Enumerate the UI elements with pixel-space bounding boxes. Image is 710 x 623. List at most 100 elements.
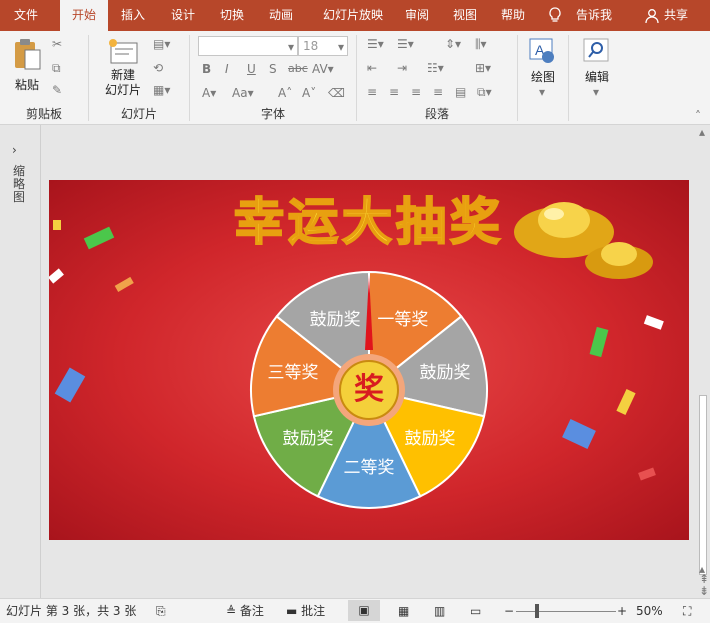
copy-icon[interactable]: ⧉ xyxy=(52,61,61,75)
slide-title: 幸运大抽奖 xyxy=(233,192,504,252)
tab-view[interactable]: 视图 xyxy=(444,0,486,31)
wheel-segment-label: 三等奖 xyxy=(267,362,319,383)
chevron-right-icon[interactable]: › xyxy=(12,143,17,157)
notes-button[interactable]: ≜ 备注 xyxy=(226,603,264,619)
editing-label: 编辑 xyxy=(584,70,609,84)
shrink-font-icon[interactable]: A˅ xyxy=(302,86,316,100)
numbering-icon[interactable]: ☰▾ xyxy=(397,37,414,51)
clipboard-group: 粘贴 ✂ ⧉ ✎ 剪贴板 xyxy=(0,31,88,125)
zoom-out-icon[interactable]: − xyxy=(504,603,514,619)
wheel-center-label: 奖 xyxy=(354,372,384,407)
italic-icon[interactable]: I xyxy=(225,62,229,76)
drawing-group[interactable]: A 绘图 ▾ xyxy=(518,31,568,125)
new-slide-icon xyxy=(109,39,138,64)
wheel-segment-label: 鼓励奖 xyxy=(282,428,334,449)
thumbnail-pane[interactable]: › 缩略图 xyxy=(0,125,41,598)
clipboard-group-label: 剪贴板 xyxy=(25,107,62,121)
smartart-icon[interactable]: ⧉▾ xyxy=(477,85,492,99)
line-spacing-icon[interactable]: ⇕▾ xyxy=(445,37,461,51)
bold-icon[interactable]: B xyxy=(202,62,211,76)
font-size-value: 18 xyxy=(303,39,319,53)
font-group-label: 字体 xyxy=(260,107,285,121)
tab-review[interactable]: 审阅 xyxy=(396,0,438,31)
tab-file[interactable]: 文件 xyxy=(0,0,52,31)
user-icon xyxy=(645,9,659,24)
tab-transitions[interactable]: 切换 xyxy=(211,0,253,31)
workspace: › 缩略图 ▴ ▴ ⇞ ⇟ 幸运大抽奖 奖 一等奖 鼓励奖 鼓励奖 二等奖 鼓励… xyxy=(0,125,710,598)
scroll-next-slide-icon[interactable]: ⇟ xyxy=(699,584,709,598)
cut-icon[interactable]: ✂ xyxy=(52,37,62,51)
scrollbar-thumb[interactable] xyxy=(699,395,707,575)
comments-label: 批注 xyxy=(301,604,326,618)
tab-animations[interactable]: 动画 xyxy=(260,0,302,31)
align-right-icon[interactable]: ≡ xyxy=(411,85,421,99)
ribbon-tabs: 文件 开始 插入 设计 切换 动画 幻灯片放映 审阅 视图 帮助 告诉我 共享 xyxy=(0,0,710,31)
find-icon xyxy=(583,38,609,62)
scroll-up-icon[interactable]: ▴ xyxy=(699,125,705,139)
align-text-icon[interactable]: ⊞▾ xyxy=(475,61,491,75)
layout-icon[interactable]: ▤▾ xyxy=(153,37,170,51)
slideshow-icon[interactable]: ▭ xyxy=(470,603,481,619)
shapes-icon: A xyxy=(529,38,554,63)
thumbnail-pane-label: 缩略图 xyxy=(12,164,25,204)
new-slide-label: 新建 幻灯片 xyxy=(104,68,141,97)
font-group: ▾ 18 ▾ B I U S abc AV▾ A▾ Aa▾ A˄ A˅ ⌫ 字体 xyxy=(190,31,356,125)
font-color-icon[interactable]: A▾ xyxy=(202,86,216,100)
increase-indent-icon[interactable]: ⇥ xyxy=(397,61,407,75)
zoom-slider-thumb[interactable] xyxy=(535,604,539,618)
tab-home[interactable]: 开始 xyxy=(60,0,108,31)
spell-check-icon[interactable]: ⎘ xyxy=(156,603,166,619)
columns-icon[interactable]: ⫼▾ xyxy=(475,37,487,51)
paragraph-group-label: 段落 xyxy=(424,107,449,121)
new-slide-button[interactable]: 新建 幻灯片 xyxy=(97,37,149,101)
vertical-scrollbar[interactable]: ▴ ▴ ⇞ ⇟ xyxy=(696,125,710,598)
tab-slideshow[interactable]: 幻灯片放映 xyxy=(311,0,395,31)
status-bar: 幻灯片 第 3 张，共 3 张 ⎘ ≜ 备注 ▬ 批注 ▣ ▦ ▥ ▭ − + … xyxy=(0,598,710,623)
strikethrough-icon[interactable]: abc xyxy=(288,62,308,76)
font-size-field[interactable]: 18 ▾ xyxy=(298,36,348,56)
slide-sorter-icon[interactable]: ▦ xyxy=(398,603,409,619)
slide-counter: 幻灯片 第 3 张，共 3 张 xyxy=(6,604,137,618)
section-icon[interactable]: ▦▾ xyxy=(153,83,170,97)
char-spacing-icon[interactable]: AV▾ xyxy=(312,62,334,76)
align-left-icon[interactable]: ≡ xyxy=(367,85,377,99)
align-center-icon[interactable]: ≡ xyxy=(389,85,399,99)
distributed-icon[interactable]: ▤ xyxy=(455,85,466,99)
chevron-down-icon: ▾ xyxy=(593,85,600,99)
zoom-slider[interactable] xyxy=(516,611,616,612)
bullets-icon[interactable]: ☰▾ xyxy=(367,37,384,51)
justify-icon[interactable]: ≡ xyxy=(433,85,443,99)
paste-button[interactable]: 粘贴 xyxy=(8,37,46,97)
clear-format-icon[interactable]: ⌫ xyxy=(328,86,345,100)
decrease-indent-icon[interactable]: ⇤ xyxy=(367,61,377,75)
tab-help[interactable]: 帮助 xyxy=(492,0,534,31)
wheel-segment-label: 二等奖 xyxy=(343,458,395,478)
normal-view-icon[interactable]: ▣ xyxy=(348,600,380,621)
grow-font-icon[interactable]: A˄ xyxy=(278,86,292,100)
editing-group[interactable]: 编辑 ▾ xyxy=(569,31,625,125)
ribbon: 粘贴 ✂ ⧉ ✎ 剪贴板 新建 幻灯片 ▤▾ ⟲ ▦▾ 幻灯片 ▾ 18 ▾ B … xyxy=(0,31,710,125)
collapse-ribbon-icon[interactable]: ˄ xyxy=(695,109,701,123)
fit-slide-icon[interactable]: ⛶ xyxy=(683,603,691,619)
tab-design[interactable]: 设计 xyxy=(162,0,204,31)
share-label: 共享 xyxy=(664,8,689,22)
change-case-icon[interactable]: Aa▾ xyxy=(232,86,254,100)
zoom-in-icon[interactable]: + xyxy=(617,603,627,619)
zoom-level[interactable]: 50% xyxy=(636,603,663,619)
share-button[interactable]: 共享 xyxy=(640,0,700,31)
drawing-label: 绘图 xyxy=(530,70,555,84)
text-direction-icon[interactable]: ☷▾ xyxy=(427,61,444,75)
tab-insert[interactable]: 插入 xyxy=(112,0,154,31)
reset-icon[interactable]: ⟲ xyxy=(153,61,163,75)
lightbulb-icon xyxy=(549,7,561,22)
comments-button[interactable]: ▬ 批注 xyxy=(286,603,325,619)
reading-view-icon[interactable]: ▥ xyxy=(434,603,445,619)
format-painter-icon[interactable]: ✎ xyxy=(52,83,62,97)
slides-group: 新建 幻灯片 ▤▾ ⟲ ▦▾ 幻灯片 xyxy=(89,31,189,125)
paste-icon xyxy=(15,39,41,70)
shadow-icon[interactable]: S xyxy=(269,62,277,76)
underline-icon[interactable]: U xyxy=(247,62,256,76)
font-name-field[interactable]: ▾ xyxy=(198,36,298,56)
slide-canvas[interactable]: 幸运大抽奖 奖 一等奖 鼓励奖 鼓励奖 二等奖 鼓励奖 三等奖 鼓励奖 xyxy=(49,180,689,540)
tell-me[interactable]: 告诉我 xyxy=(542,0,616,31)
